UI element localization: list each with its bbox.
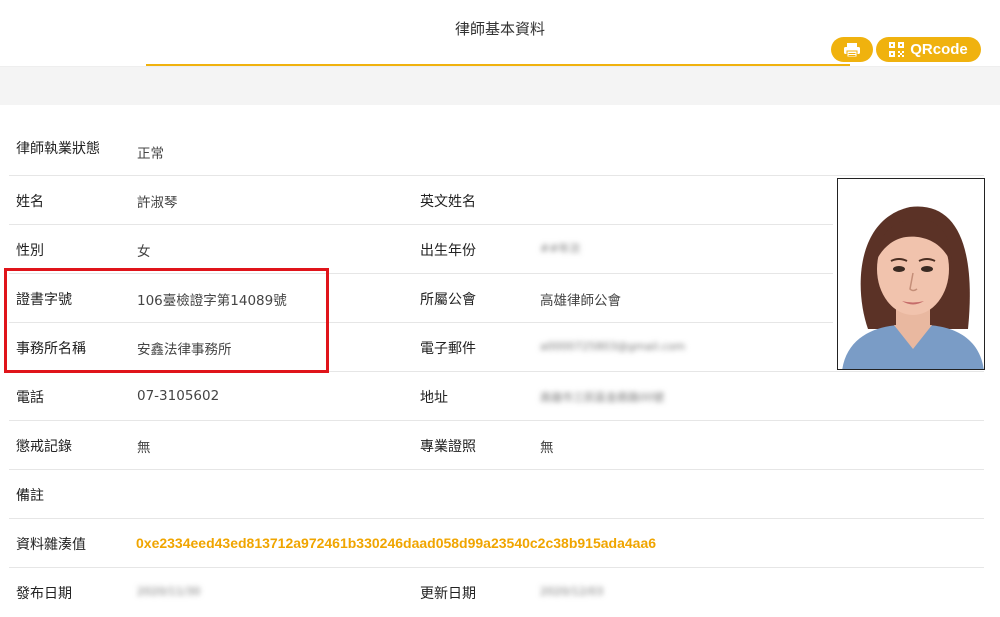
row-divider	[9, 518, 984, 519]
title-underline	[146, 64, 850, 66]
qrcode-label: QRcode	[910, 41, 968, 58]
status-label: 律師執業狀態	[16, 141, 100, 157]
data-hash-value[interactable]: 0xe2334eed43ed813712a972461b330246daad05…	[136, 535, 656, 551]
page-header: 律師基本資料 QRcode	[0, 0, 1000, 67]
row-divider	[9, 420, 984, 421]
gender-label: 性別	[16, 243, 44, 259]
row-divider	[9, 469, 984, 470]
status-value: 正常	[137, 146, 164, 162]
highlight-annotation-box	[4, 268, 329, 373]
row-divider	[9, 224, 833, 225]
phone-value: 07-3105602	[137, 388, 220, 404]
discipline-label: 懲戒記錄	[16, 439, 72, 455]
phone-label: 電話	[16, 390, 44, 406]
row-divider	[9, 567, 984, 568]
name-value: 許淑琴	[137, 195, 178, 211]
row-divider	[9, 175, 984, 176]
qrcode-icon	[889, 42, 905, 57]
remarks-label: 備註	[16, 488, 44, 504]
bar-association-label: 所屬公會	[420, 292, 476, 308]
specialty-cert-label: 專業證照	[420, 439, 476, 455]
discipline-value: 無	[137, 440, 151, 456]
address-value: 高雄市三民區金鼎路00號	[540, 391, 664, 404]
name-label: 姓名	[16, 194, 44, 210]
update-date-value: 2020/12/03	[540, 585, 604, 598]
lawyer-photo	[837, 178, 985, 370]
bar-association-value: 高雄律師公會	[540, 293, 621, 309]
email-value: a0000725803@gmail.com	[540, 340, 686, 353]
address-label: 地址	[420, 390, 448, 406]
page-title: 律師基本資料	[454, 20, 545, 38]
specialty-cert-value: 無	[540, 440, 554, 456]
publish-date-label: 發布日期	[16, 586, 72, 602]
print-button[interactable]	[831, 37, 873, 62]
birth-year-value: ##年次	[540, 242, 581, 255]
publish-date-value: 2020/11/30	[137, 585, 201, 598]
data-hash-label: 資料雜湊值	[16, 537, 86, 553]
birth-year-label: 出生年份	[420, 243, 476, 259]
header-spacer	[0, 67, 1000, 105]
english-name-label: 英文姓名	[420, 194, 476, 210]
email-label: 電子郵件	[420, 341, 476, 357]
update-date-label: 更新日期	[420, 586, 476, 602]
printer-icon	[844, 42, 860, 57]
portrait-image	[838, 179, 984, 369]
gender-value: 女	[137, 244, 151, 260]
qrcode-button[interactable]: QRcode	[876, 37, 981, 62]
